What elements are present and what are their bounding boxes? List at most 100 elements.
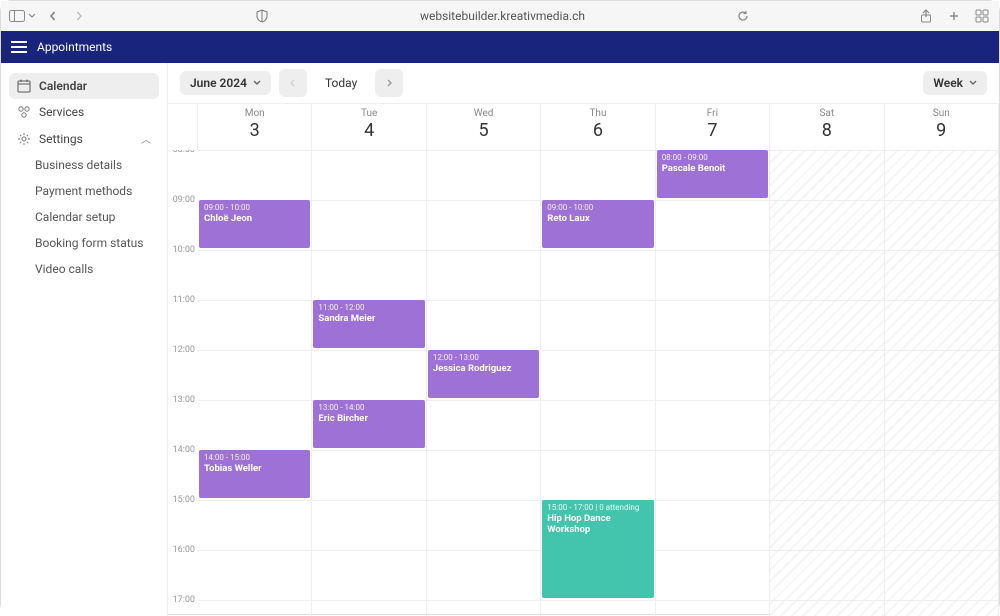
dow-label: Wed	[427, 108, 540, 119]
dow-label: Thu	[541, 108, 654, 119]
hour-label: 08:00	[168, 150, 198, 195]
hour-label: 14:00	[168, 445, 198, 495]
view-label: Week	[933, 76, 963, 90]
day-column[interactable]: 12:00 - 13:00Jessica Rodriguez	[427, 150, 541, 616]
day-header: Wed5	[427, 104, 541, 150]
day-number: 3	[198, 120, 311, 141]
event-title: Jessica Rodriguez	[433, 363, 534, 374]
hour-label: 17:00	[168, 595, 198, 616]
calendar: Mon3Tue4Wed5Thu6Fri7Sat8Sun9 08:0009:001…	[168, 103, 999, 616]
calendar-event[interactable]: 08:00 - 09:00Pascale Benoit	[657, 150, 768, 198]
shield-icon[interactable]	[253, 7, 271, 25]
month-label: June 2024	[190, 76, 247, 90]
time-gutter: 08:0009:0010:0011:0012:0013:0014:0015:00…	[168, 150, 198, 616]
today-button[interactable]: Today	[315, 69, 367, 97]
calendar-icon	[17, 79, 31, 93]
dow-label: Sun	[885, 108, 998, 119]
event-time: 08:00 - 09:00	[662, 153, 763, 162]
browser-back-button[interactable]	[44, 7, 62, 25]
dow-label: Sat	[770, 108, 883, 119]
event-title: Hip Hop Dance Workshop	[547, 513, 648, 535]
gear-icon	[17, 132, 31, 146]
day-header: Sun9	[885, 104, 999, 150]
new-tab-icon[interactable]	[945, 7, 963, 25]
event-time: 11:00 - 12:00	[318, 303, 419, 312]
dow-label: Tue	[312, 108, 425, 119]
calendar-event[interactable]: 15:00 - 17:00 | 0 attendingHip Hop Dance…	[542, 500, 653, 598]
browser-url[interactable]: websitebuilder.kreativmedia.ch	[279, 9, 726, 23]
day-column[interactable]: 11:00 - 12:00Sandra Meier 13:00 - 14:00Er…	[312, 150, 426, 616]
calendar-toolbar: June 2024 Today Week	[168, 63, 999, 103]
caret-down-icon	[253, 79, 261, 87]
event-title: Sandra Meier	[318, 313, 419, 324]
hour-label: 13:00	[168, 395, 198, 445]
day-header: Fri7	[656, 104, 770, 150]
app-title: Appointments	[37, 40, 112, 54]
dow-label: Mon	[198, 108, 311, 119]
calendar-event[interactable]: 13:00 - 14:00Eric Bircher	[313, 400, 424, 448]
sidebar-item-calendar[interactable]: Calendar	[9, 73, 159, 99]
chevron-up-icon: ︿	[141, 131, 151, 146]
event-title: Chloë Jeon	[204, 213, 305, 224]
calendar-day-header: Mon3Tue4Wed5Thu6Fri7Sat8Sun9	[168, 104, 999, 150]
sidebar-item-label: Services	[39, 105, 84, 119]
calendar-event[interactable]: 14:00 - 15:00Tobias Weller	[199, 450, 310, 498]
browser-forward-button[interactable]	[70, 7, 88, 25]
sidebar-sub-booking-form[interactable]: Booking form status	[27, 230, 159, 256]
event-title: Reto Laux	[547, 213, 648, 224]
sidebar-sub-video-calls[interactable]: Video calls	[27, 256, 159, 282]
calendar-event[interactable]: 12:00 - 13:00Jessica Rodriguez	[428, 350, 539, 398]
main: June 2024 Today Week Mon3Tue4Wed5Thu	[168, 63, 999, 616]
event-title: Tobias Weller	[204, 463, 305, 474]
prev-week-button[interactable]	[279, 69, 307, 97]
hour-label: 09:00	[168, 195, 198, 245]
sidebar-sub-payment-methods[interactable]: Payment methods	[27, 178, 159, 204]
share-icon[interactable]	[917, 7, 935, 25]
calendar-grid-scroll[interactable]: 08:0009:0010:0011:0012:0013:0014:00 15:00…	[168, 150, 999, 616]
day-number: 6	[541, 120, 654, 141]
app-header: Appointments	[1, 31, 999, 63]
hour-label: 12:00	[168, 345, 198, 395]
event-time: 13:00 - 14:00	[318, 403, 419, 412]
day-number: 8	[770, 120, 883, 141]
sidebar-item-label: Settings	[39, 132, 83, 146]
next-week-button[interactable]	[375, 69, 403, 97]
hour-label: 10:00	[168, 245, 198, 295]
calendar-event[interactable]: 09:00 - 10:00Chloë Jeon	[199, 200, 310, 248]
calendar-event[interactable]: 11:00 - 12:00Sandra Meier	[313, 300, 424, 348]
day-column[interactable]: 09:00 - 10:00Chloë Jeon 14:00 - 15:00Tobi…	[198, 150, 312, 616]
day-header: Tue4	[312, 104, 426, 150]
reload-icon[interactable]	[734, 7, 752, 25]
day-header: Sat8	[770, 104, 884, 150]
event-time: 12:00 - 13:00	[433, 353, 534, 362]
hour-label: 11:00	[168, 295, 198, 345]
browser-chrome: websitebuilder.kreativmedia.ch	[1, 1, 999, 31]
calendar-event[interactable]: 09:00 - 10:00Reto Laux	[542, 200, 653, 248]
sidebar-item-settings[interactable]: Settings ︿	[9, 125, 159, 152]
event-time: 15:00 - 17:00 | 0 attending	[547, 503, 648, 512]
menu-icon[interactable]	[11, 41, 27, 53]
event-title: Eric Bircher	[318, 413, 419, 424]
month-picker[interactable]: June 2024	[180, 71, 271, 95]
hour-label: 16:00	[168, 545, 198, 595]
day-header: Mon3	[198, 104, 312, 150]
sidebar-item-services[interactable]: Services	[9, 99, 159, 125]
today-label: Today	[325, 76, 357, 90]
event-time: 09:00 - 10:00	[204, 203, 305, 212]
sidebar-sub-calendar-setup[interactable]: Calendar setup	[27, 204, 159, 230]
day-column[interactable]	[770, 150, 884, 616]
day-column[interactable]: 08:00 - 09:00Pascale Benoit	[656, 150, 770, 616]
day-number: 7	[656, 120, 769, 141]
dow-label: Fri	[656, 108, 769, 119]
tab-overview-icon[interactable]	[973, 7, 991, 25]
browser-sidebar-toggle[interactable]	[9, 10, 36, 22]
services-icon	[17, 105, 31, 119]
day-column[interactable]	[885, 150, 999, 616]
day-column[interactable]: 09:00 - 10:00Reto Laux 15:00 - 17:00 | 0 …	[541, 150, 655, 616]
day-header: Thu6	[541, 104, 655, 150]
calendar-days: 09:00 - 10:00Chloë Jeon14:00 - 15:00Tobi…	[198, 150, 999, 616]
sidebar-item-label: Calendar	[39, 79, 87, 93]
view-picker[interactable]: Week	[923, 71, 987, 95]
event-time: 09:00 - 10:00	[547, 203, 648, 212]
sidebar-sub-business-details[interactable]: Business details	[27, 152, 159, 178]
